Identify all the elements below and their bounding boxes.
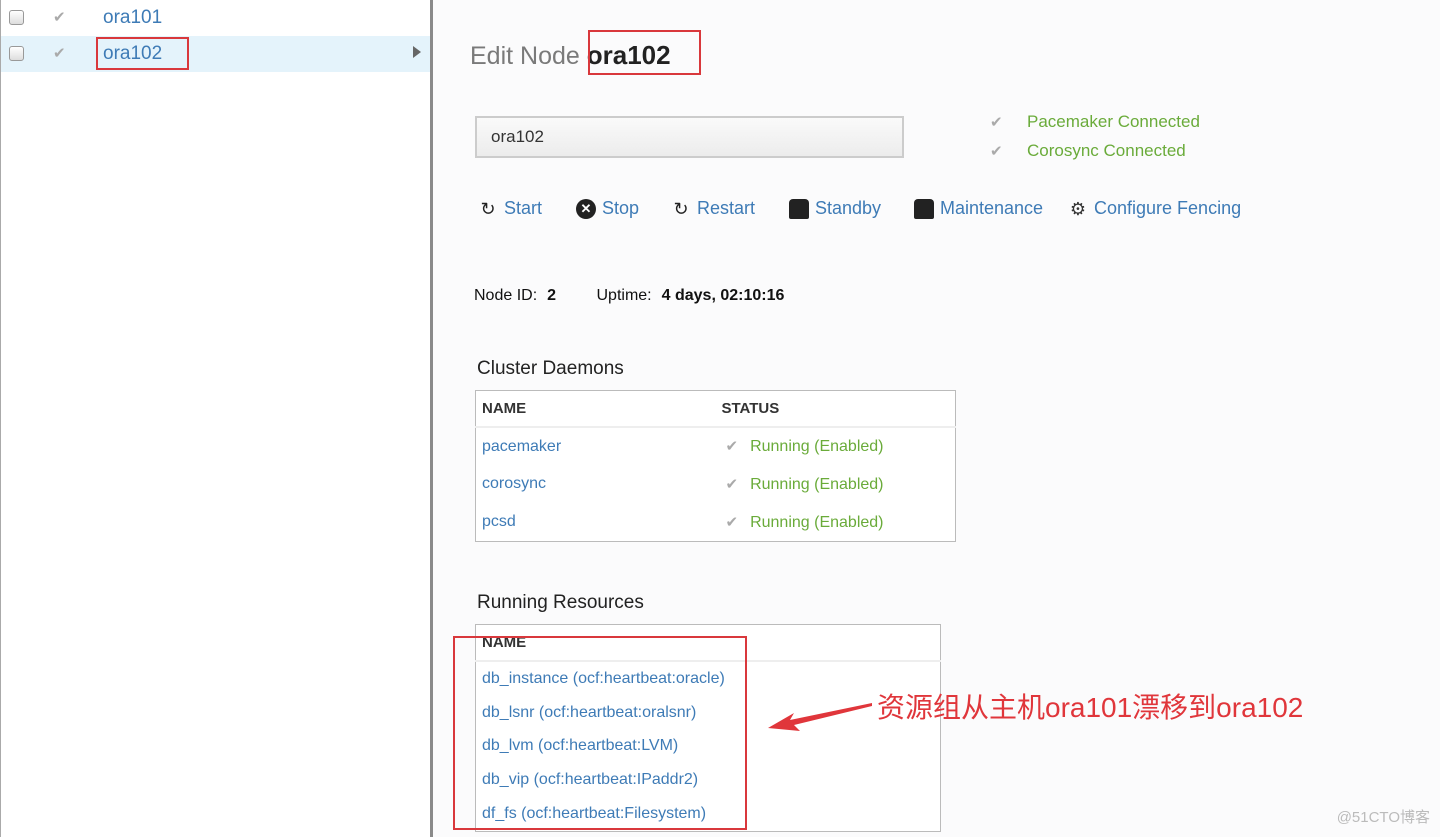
highlight-box [588, 30, 701, 75]
daemons-table: NAME STATUS pacemaker ✔ Running (Enabled) c… [475, 390, 956, 542]
pacemaker-status: ✔ Pacemaker Connected [990, 112, 1200, 132]
restart-button[interactable]: ↻ Restart [671, 198, 755, 219]
start-button[interactable]: ↻ Start [478, 198, 542, 219]
arrow-icon [768, 703, 872, 731]
standby-icon [789, 198, 809, 219]
node-checkbox[interactable] [9, 10, 24, 25]
action-label: Start [504, 198, 543, 218]
action-label: Configure Fencing [1094, 198, 1242, 218]
corosync-status: ✔ Corosync Connected [990, 141, 1186, 161]
maintenance-button[interactable]: Maintenance [914, 198, 1043, 219]
node-list: ✔ ora101 ✔ ora102 [0, 0, 430, 837]
action-label: Standby [815, 198, 882, 218]
node-row-selected[interactable]: ✔ ora102 [1, 36, 430, 72]
daemon-name[interactable]: pcsd [476, 503, 716, 541]
panel-divider[interactable] [430, 0, 433, 837]
node-id-value: 2 [547, 287, 557, 304]
cluster-daemons-heading: Cluster Daemons [477, 358, 624, 379]
check-icon: ✔ [53, 9, 66, 26]
stop-button[interactable]: ✕ Stop [576, 198, 639, 219]
running-resources-heading: Running Resources [477, 592, 644, 613]
standby-button[interactable]: Standby [789, 198, 881, 219]
status-text: Corosync Connected [1027, 141, 1186, 160]
action-label: Restart [697, 198, 756, 218]
annotation-text: 资源组从主机ora101漂移到ora102 [877, 692, 1304, 723]
node-checkbox[interactable] [9, 46, 24, 61]
check-icon: ✔ [725, 513, 739, 531]
caret-right-icon [413, 46, 421, 58]
check-icon: ✔ [725, 475, 739, 493]
watermark: @51CTO博客 [1336, 809, 1430, 826]
maintenance-icon [914, 198, 934, 219]
node-row[interactable]: ✔ ora101 [1, 0, 430, 36]
action-label: Stop [602, 198, 640, 218]
daemon-status: Running (Enabled) [750, 475, 884, 493]
col-header: NAME [475, 390, 716, 428]
title-prefix: Edit Node [470, 42, 580, 70]
daemon-name[interactable]: corosync [476, 466, 716, 503]
daemon-status: Running (Enabled) [750, 513, 884, 531]
node-info: Node ID: 2 Uptime: 4 days, 02:10:16 [474, 287, 784, 305]
check-icon: ✔ [725, 438, 739, 456]
uptime-value: 4 days, 02:10:16 [661, 287, 785, 304]
check-icon: ✔ [990, 143, 1003, 160]
action-label: Maintenance [940, 198, 1044, 218]
highlight-box [453, 636, 747, 830]
gears-icon: ⚙ [1069, 198, 1087, 219]
node-link[interactable]: ora101 [103, 7, 162, 29]
table-row: corosync ✔ Running (Enabled) [476, 466, 956, 503]
check-icon: ✔ [990, 114, 1003, 131]
table-row: pacemaker ✔ Running (Enabled) [476, 427, 956, 466]
col-header: STATUS [715, 390, 956, 428]
refresh-icon: ↻ [480, 198, 496, 219]
x-circle-icon: ✕ [576, 198, 596, 219]
uptime-label: Uptime: [596, 287, 652, 304]
check-icon: ✔ [53, 45, 66, 62]
status-text: Pacemaker Connected [1027, 112, 1200, 131]
table-row: pcsd ✔ Running (Enabled) [476, 503, 956, 541]
daemon-name[interactable]: pacemaker [476, 427, 716, 466]
node-name-input[interactable] [475, 116, 904, 158]
configure-fencing-button[interactable]: ⚙ Configure Fencing [1068, 198, 1241, 219]
daemon-status: Running (Enabled) [750, 438, 884, 456]
refresh-icon: ↻ [673, 198, 689, 219]
highlight-box [96, 37, 189, 70]
node-id-label: Node ID: [474, 287, 538, 304]
